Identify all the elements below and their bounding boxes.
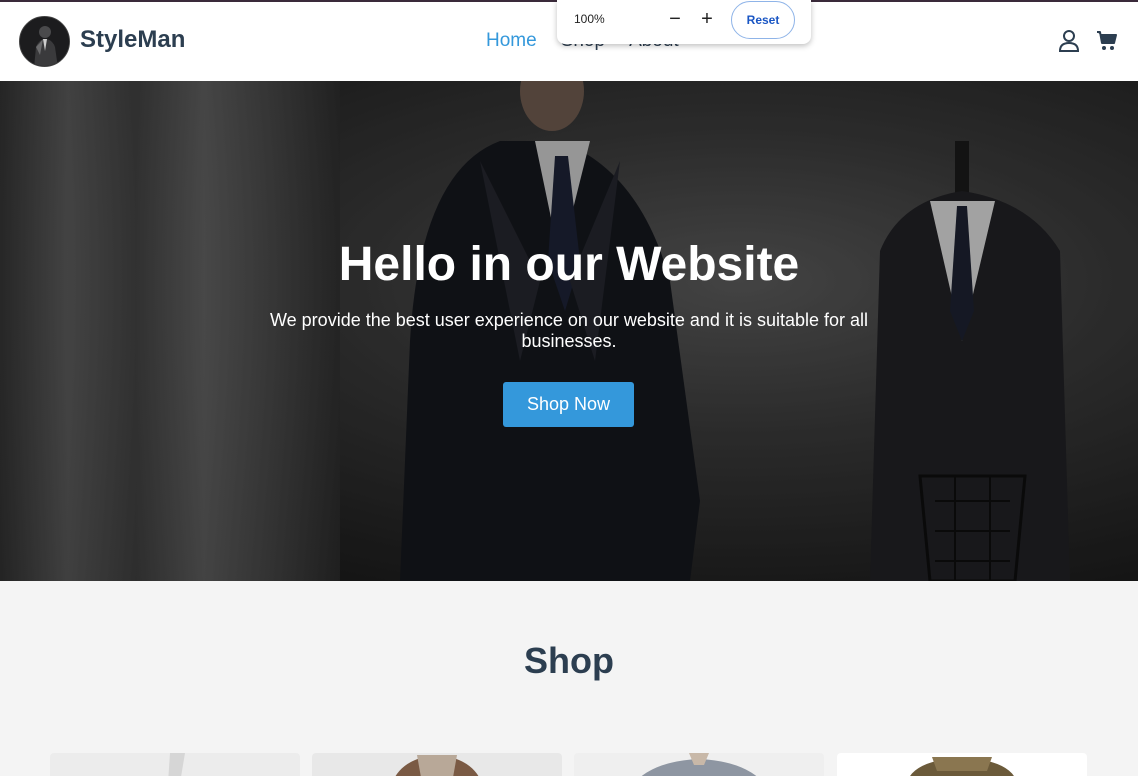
zoom-popup: 100% − + Reset xyxy=(557,0,811,44)
product-card[interactable] xyxy=(312,753,562,776)
product-image xyxy=(641,753,757,776)
cart-icon[interactable] xyxy=(1096,30,1118,52)
nav-home[interactable]: Home xyxy=(486,30,537,52)
hero-banner: Hello in our Website We provide the best… xyxy=(0,81,1138,581)
brand-name[interactable]: StyleMan xyxy=(80,26,185,54)
zoom-out-button[interactable]: − xyxy=(667,8,683,32)
hero-subtitle: We provide the best user experience on o… xyxy=(270,310,868,351)
product-image xyxy=(910,757,1014,776)
product-card[interactable] xyxy=(50,753,300,776)
zoom-level: 100% xyxy=(574,12,605,26)
zoom-in-button[interactable]: + xyxy=(699,8,715,32)
product-image xyxy=(168,753,185,776)
product-card[interactable] xyxy=(574,753,824,776)
user-icon[interactable] xyxy=(1058,29,1080,53)
shop-now-button[interactable]: Shop Now xyxy=(503,382,634,427)
product-card[interactable] xyxy=(837,753,1087,776)
zoom-reset-button[interactable]: Reset xyxy=(731,1,795,39)
product-image xyxy=(395,755,479,776)
hero-title: Hello in our Website xyxy=(338,238,800,291)
logo-icon[interactable] xyxy=(19,16,70,67)
shop-section-title: Shop xyxy=(524,640,614,681)
